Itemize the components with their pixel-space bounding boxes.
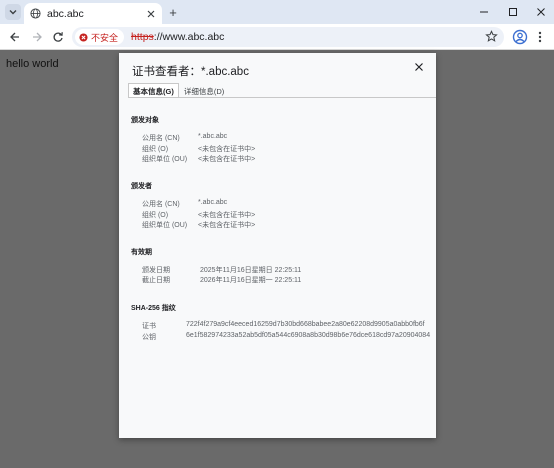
close-icon	[147, 10, 155, 17]
issued-by-ou-label: 组织单位 (OU)	[142, 222, 188, 229]
address-bar[interactable]: 不安全 https://www.abc.abc	[72, 27, 504, 47]
tab-divider	[128, 97, 436, 98]
close-icon	[537, 8, 545, 16]
validity-heading: 有效期	[131, 249, 152, 256]
pubkey-fingerprint-label: 公钥	[142, 334, 156, 341]
minimize-button[interactable]	[476, 4, 492, 20]
issued-to-ou-value: <未包含在证书中>	[198, 156, 256, 163]
issued-to-o-label: 组织 (O)	[142, 146, 169, 153]
globe-icon	[30, 8, 41, 19]
issued-by-cn-value: *.abc.abc	[198, 199, 228, 206]
arrow-right-icon	[33, 32, 42, 42]
reload-button[interactable]	[50, 29, 66, 45]
issued-to-o-value: <未包含在证书中>	[198, 146, 256, 153]
issued-date-label: 颁发日期	[142, 267, 170, 274]
url-scheme: https	[131, 31, 154, 43]
url-host: ://www.abc.abc	[153, 31, 225, 43]
issued-by-heading: 颁发者	[131, 183, 152, 190]
minimize-icon	[480, 11, 488, 13]
url-text: https://www.abc.abc	[131, 31, 224, 43]
maximize-icon	[509, 8, 517, 16]
issued-to-cn-value: *.abc.abc	[198, 133, 228, 140]
browser-title-bar: abc.abc +	[0, 0, 554, 24]
close-icon[interactable]	[414, 62, 424, 72]
tab-title: abc.abc	[47, 7, 84, 20]
security-chip-label: 不安全	[91, 32, 119, 43]
plus-icon: +	[169, 4, 177, 20]
back-button[interactable]	[7, 29, 23, 45]
tab-details[interactable]: 详细信息(D)	[179, 83, 229, 98]
bookmark-star-icon[interactable]	[485, 30, 498, 43]
new-tab-button[interactable]: +	[166, 5, 180, 19]
security-chip[interactable]: 不安全	[75, 29, 125, 45]
maximize-button[interactable]	[505, 4, 521, 20]
more-vert-icon	[538, 31, 542, 43]
issued-date-value: 2025年11月16日星期日 22:25:11	[200, 267, 302, 274]
window-close-button[interactable]	[533, 4, 549, 20]
browser-menu-button[interactable]	[533, 29, 547, 45]
browser-tab[interactable]: abc.abc	[24, 3, 162, 24]
tab-search-button[interactable]	[5, 4, 21, 20]
tab-general[interactable]: 基本信息(G)	[128, 83, 179, 98]
cert-fingerprint-value: 722f4f279a9cf4eeced16259d7b30bd668babee2…	[186, 321, 425, 328]
certificate-viewer-dialog: 证书查看者：*.abc.abc 基本信息(G) 详细信息(D) 颁发对象 公用名…	[119, 53, 436, 438]
chevron-down-icon	[9, 10, 17, 15]
cert-fingerprint-label: 证书	[142, 323, 156, 330]
dialog-title: 证书查看者：*.abc.abc	[132, 66, 249, 78]
expiry-date-label: 截止日期	[142, 277, 170, 284]
reload-icon	[53, 32, 63, 42]
pubkey-fingerprint-value: 6e1f582974233a52ab5df05a544c6908a8b30d98…	[186, 332, 431, 339]
profile-avatar-icon[interactable]	[512, 29, 528, 45]
tab-close-button[interactable]	[146, 9, 156, 19]
expiry-date-value: 2026年11月16日星期一 22:25:11	[200, 277, 302, 284]
issued-by-o-value: <未包含在证书中>	[198, 212, 256, 219]
forward-button[interactable]	[29, 29, 45, 45]
issued-to-cn-label: 公用名 (CN)	[142, 135, 180, 142]
issued-to-ou-label: 组织单位 (OU)	[142, 156, 188, 163]
not-secure-warning-icon	[79, 32, 88, 42]
issued-by-ou-value: <未包含在证书中>	[198, 222, 256, 229]
issued-to-heading: 颁发对象	[131, 117, 159, 124]
issued-by-o-label: 组织 (O)	[142, 212, 169, 219]
arrow-left-icon	[10, 32, 19, 42]
browser-toolbar: 不安全 https://www.abc.abc	[0, 24, 554, 50]
dialog-tabs: 基本信息(G) 详细信息(D)	[128, 83, 229, 98]
issued-by-cn-label: 公用名 (CN)	[142, 201, 180, 208]
fingerprint-heading: SHA-256 指纹	[131, 305, 176, 312]
page-body-text: hello world	[6, 58, 59, 70]
